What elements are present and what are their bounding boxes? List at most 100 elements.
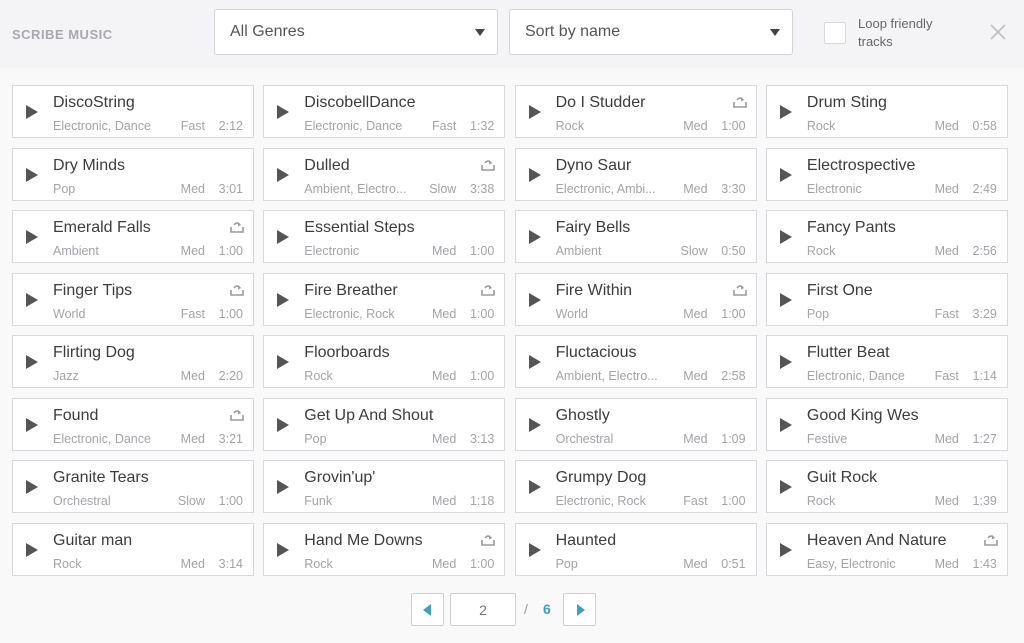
track-card[interactable]: Guit Rock Rock Med 1:39 <box>765 460 1008 513</box>
play-icon[interactable] <box>779 480 792 494</box>
track-card[interactable]: Heaven And Nature Easy, Electronic Med 1:43 <box>765 522 1008 576</box>
loop-icon <box>230 409 244 421</box>
track-card[interactable]: DiscobellDance Electronic, Dance Fast 1:32 <box>263 85 506 138</box>
track-genre: Orchestral <box>53 494 111 508</box>
next-page-button[interactable] <box>563 593 596 626</box>
track-card[interactable]: Flirting Dog Jazz Med 2:20 <box>12 335 254 388</box>
track-card[interactable]: Finger Tips World Fast 1:00 <box>12 272 254 326</box>
brand-logo: SCRIBE MUSIC <box>12 27 113 42</box>
track-card[interactable]: Guitar man Rock Med 3:14 <box>12 522 254 576</box>
track-speed: Med <box>934 556 959 571</box>
track-card[interactable]: Found Electronic, Dance Med 3:21 <box>12 397 254 451</box>
track-card[interactable]: Grovin'up' Funk Med 1:18 <box>263 460 506 513</box>
track-speed: Fast <box>180 119 205 133</box>
track-duration: 2:58 <box>721 369 746 383</box>
play-icon[interactable] <box>277 355 290 369</box>
loop-icon <box>230 222 244 233</box>
track-genre: Pop <box>555 556 578 571</box>
close-button[interactable] <box>989 23 1007 41</box>
play-icon[interactable] <box>528 105 541 119</box>
play-icon[interactable] <box>277 105 290 119</box>
prev-page-button[interactable] <box>411 593 444 626</box>
track-card[interactable]: Floorboards Rock Med 1:00 <box>263 335 506 388</box>
play-icon[interactable] <box>779 417 792 432</box>
play-icon[interactable] <box>26 417 38 432</box>
play-icon[interactable] <box>277 167 290 182</box>
track-duration: 2:49 <box>972 181 997 196</box>
track-genre: Electronic, Dance <box>53 431 151 446</box>
track-title: Flutter Beat <box>806 344 890 361</box>
track-card[interactable]: DiscoString Electronic, Dance Fast 2:12 <box>12 85 254 138</box>
track-card[interactable]: Fluctacious Ambient, Electro... Med 2:58 <box>514 335 757 388</box>
track-card[interactable]: Fire Breather Electronic, Rock Med 1:00 <box>263 272 506 326</box>
track-card[interactable]: Good King Wes Festive Med 1:27 <box>765 397 1008 451</box>
track-card[interactable]: Dulled Ambient, Electro... Slow 3:38 <box>263 147 506 201</box>
track-card[interactable]: Drum Sting Rock Med 0:58 <box>765 85 1008 138</box>
loop-friendly-label[interactable]: Loop friendly tracks <box>858 15 968 51</box>
play-icon[interactable] <box>528 542 541 557</box>
play-icon[interactable] <box>528 292 541 307</box>
play-icon[interactable] <box>779 167 792 182</box>
track-card[interactable]: Fire Within World Med 1:00 <box>514 272 757 326</box>
play-icon[interactable] <box>528 417 541 432</box>
track-speed: Med <box>934 181 959 196</box>
play-icon[interactable] <box>277 292 290 307</box>
track-card[interactable]: Dyno Saur Electronic, Ambi... Med 3:30 <box>514 147 757 201</box>
genre-select[interactable]: All Genres <box>214 9 498 55</box>
play-icon[interactable] <box>26 230 38 244</box>
track-title: Fancy Pants <box>806 219 896 236</box>
track-title: Electrospective <box>806 156 916 174</box>
track-card[interactable]: Dry Minds Pop Med 3:01 <box>12 147 254 201</box>
sort-select[interactable]: Sort by name <box>509 9 793 55</box>
track-card[interactable]: First One Pop Fast 3:29 <box>765 272 1008 326</box>
page-number-input[interactable] <box>450 593 516 626</box>
track-duration: 3:13 <box>469 431 495 446</box>
track-card[interactable]: Fairy Bells Ambient Slow 0:50 <box>514 210 757 263</box>
play-icon[interactable] <box>26 542 38 557</box>
loop-icon <box>481 284 496 296</box>
track-card[interactable]: Hand Me Downs Rock Med 1:00 <box>263 522 506 576</box>
track-duration: 1:00 <box>469 306 495 321</box>
track-card[interactable]: Electrospective Electronic Med 2:49 <box>765 147 1008 201</box>
loop-friendly-checkbox[interactable] <box>824 22 846 44</box>
track-genre: Orchestral <box>555 431 614 446</box>
play-icon[interactable] <box>277 230 290 244</box>
play-icon[interactable] <box>26 167 38 182</box>
track-duration: 3:30 <box>721 181 746 196</box>
track-genre: Rock <box>806 494 836 508</box>
play-icon[interactable] <box>26 105 38 119</box>
play-icon[interactable] <box>26 480 38 494</box>
track-card[interactable]: Ghostly Orchestral Med 1:09 <box>514 397 757 451</box>
track-card[interactable]: Emerald Falls Ambient Med 1:00 <box>12 210 254 263</box>
play-icon[interactable] <box>277 417 290 432</box>
play-icon[interactable] <box>528 230 541 244</box>
play-icon[interactable] <box>528 355 541 369</box>
track-card[interactable]: Grumpy Dog Electronic, Rock Fast 1:00 <box>514 460 757 513</box>
play-icon[interactable] <box>528 167 541 182</box>
play-icon[interactable] <box>779 105 792 119</box>
play-icon[interactable] <box>779 542 792 557</box>
play-icon[interactable] <box>528 480 541 494</box>
track-card[interactable]: Flutter Beat Electronic, Dance Fast 1:14 <box>765 335 1008 388</box>
track-duration: 1:43 <box>972 556 997 571</box>
play-icon[interactable] <box>277 542 290 557</box>
track-speed: Fast <box>934 369 959 383</box>
track-card[interactable]: Do I Studder Rock Med 1:00 <box>514 85 757 138</box>
track-duration: 1:00 <box>218 244 243 258</box>
track-duration: 1:00 <box>218 494 243 508</box>
play-icon[interactable] <box>277 480 290 494</box>
track-title: Haunted <box>555 531 617 549</box>
play-icon[interactable] <box>26 292 38 307</box>
track-card[interactable]: Essential Steps Electronic Med 1:00 <box>263 210 506 263</box>
track-card[interactable]: Get Up And Shout Pop Med 3:13 <box>263 397 506 451</box>
track-card[interactable]: Haunted Pop Med 0:51 <box>514 522 757 576</box>
track-card[interactable]: Fancy Pants Rock Med 2:56 <box>765 210 1008 263</box>
play-icon[interactable] <box>26 355 38 369</box>
track-card[interactable]: Granite Tears Orchestral Slow 1:00 <box>12 460 254 513</box>
play-icon[interactable] <box>779 355 792 369</box>
track-duration: 1:00 <box>721 306 746 321</box>
track-genre: Pop <box>53 181 76 196</box>
play-icon[interactable] <box>779 230 792 244</box>
play-icon[interactable] <box>779 292 792 307</box>
track-duration: 1:18 <box>469 494 495 508</box>
